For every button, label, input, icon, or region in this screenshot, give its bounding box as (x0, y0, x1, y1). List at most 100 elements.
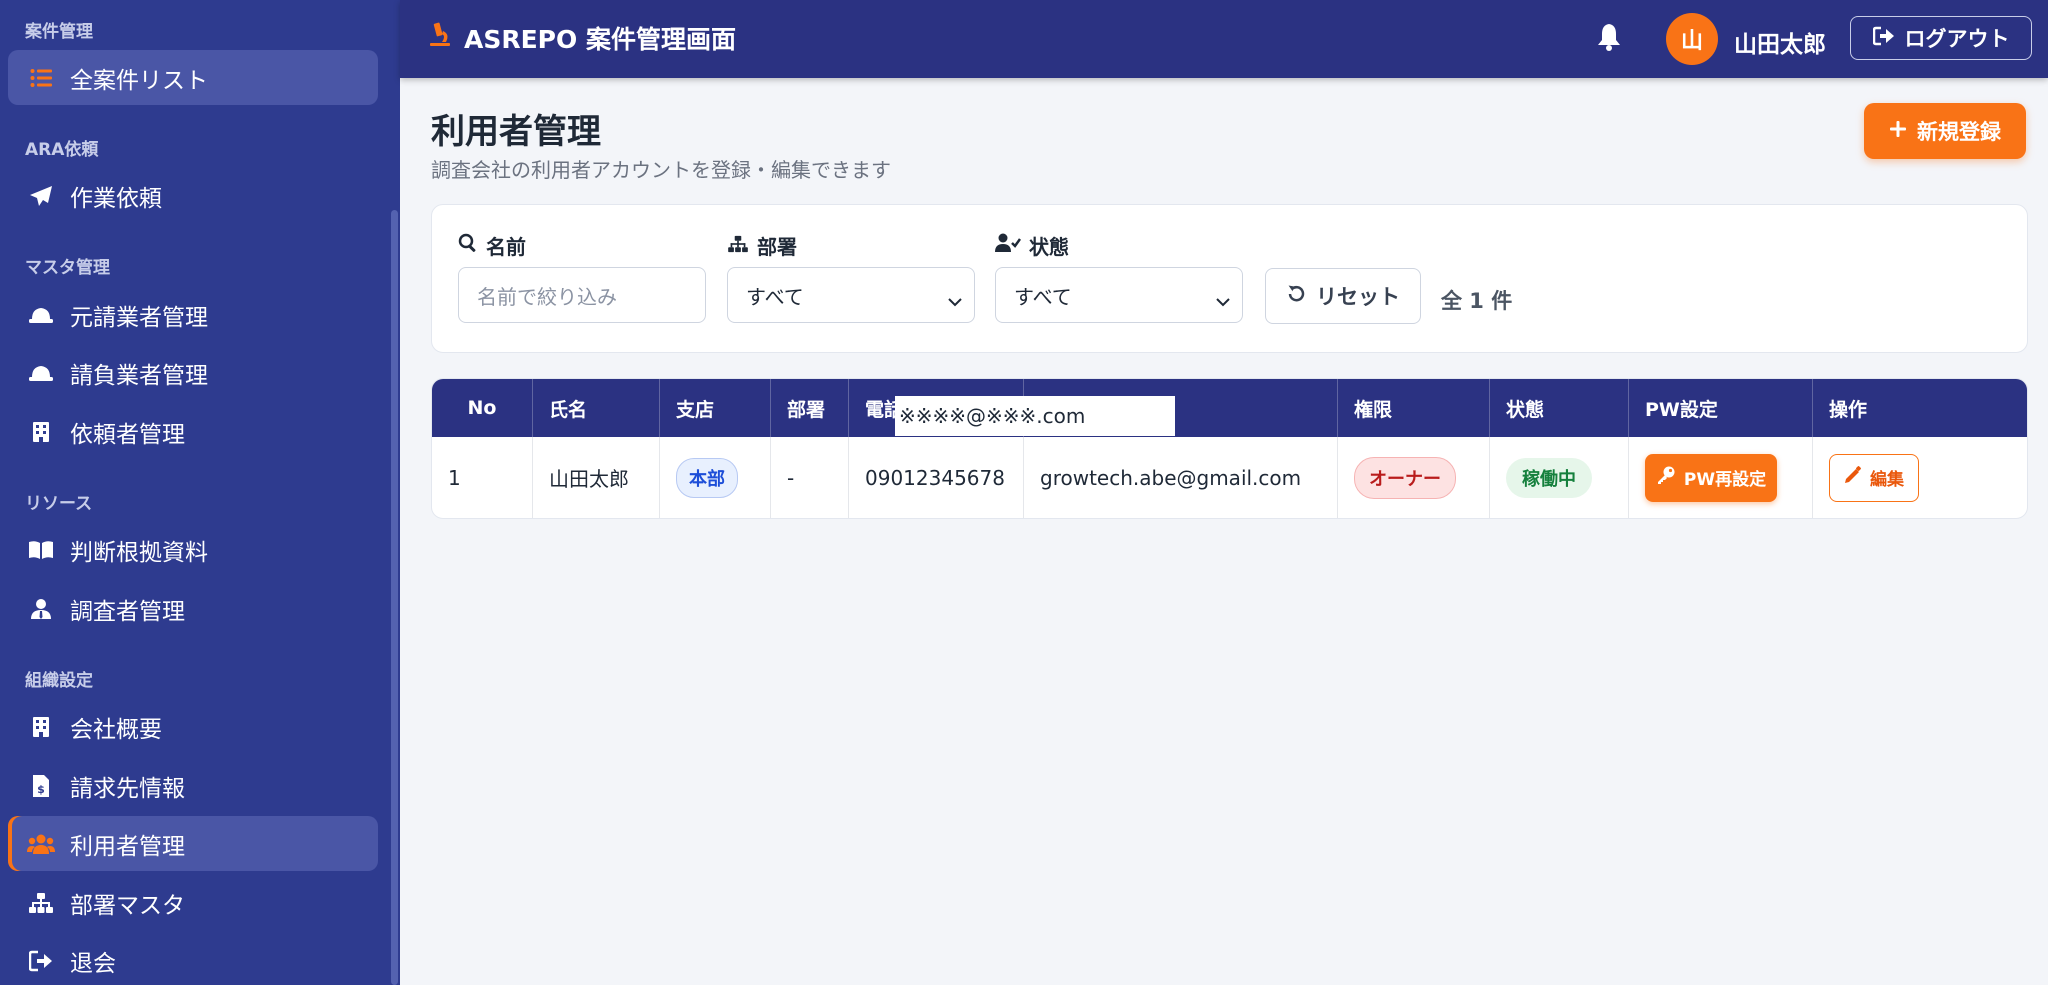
status-filter-label-text: 状態 (1029, 235, 1069, 259)
dept-filter-value: すべて (746, 284, 804, 309)
building-icon (26, 716, 56, 738)
pw-reset-label: PW再設定 (1683, 470, 1767, 490)
pencil-icon (1844, 466, 1862, 489)
row-no: 1 (432, 437, 533, 518)
filter-panel: 名前 名前で絞り込み 部署 すべて 状態 すべて リセット 全 1 件 (431, 204, 2028, 353)
app-title-text: ASREPO 案件管理画面 (464, 25, 736, 54)
search-icon (458, 233, 478, 258)
bell-icon[interactable] (1596, 22, 1622, 56)
sidebar-item-label: 依頼者管理 (70, 421, 185, 448)
user-check-icon (995, 233, 1022, 258)
sidebar-item-work-request[interactable]: 作業依頼 (8, 168, 378, 223)
chevron-down-icon (948, 288, 962, 312)
sidebar-item-label: 利用者管理 (70, 833, 185, 860)
sidebar-section-label: ARA依頼 (25, 140, 99, 160)
column-header: 状態 (1490, 379, 1629, 437)
sidebar-item-all-cases[interactable]: 全案件リスト (8, 50, 378, 105)
hard-hat-icon (26, 305, 56, 325)
invoice-icon: $ (26, 774, 56, 798)
top-bar: ASREPO 案件管理画面 山 山田太郎 ログアウト (400, 0, 2048, 78)
edit-button[interactable]: 編集 (1829, 453, 1919, 502)
sidebar-item-subcontractors[interactable]: 請負業者管理 (8, 345, 378, 400)
name-filter-label-text: 名前 (486, 235, 526, 259)
dept-filter-label: 部署 (727, 231, 797, 260)
sidebar-item-prime-contractors[interactable]: 元請業者管理 (8, 287, 378, 342)
row-status: 稼働中 (1490, 437, 1629, 518)
sidebar-item-withdraw[interactable]: 退会 (8, 933, 378, 985)
sidebar-section-label: 案件管理 (25, 22, 93, 42)
sidebar-item-label: 会社概要 (70, 716, 162, 743)
sitemap-icon (727, 234, 749, 258)
row-role: オーナー (1338, 437, 1490, 518)
list-icon (26, 68, 56, 88)
column-header: 権限 (1338, 379, 1490, 437)
users-icon (26, 833, 56, 855)
row-phone: 09012345678 (849, 437, 1024, 518)
hard-hat-icon (26, 363, 56, 383)
column-header: 部署 (771, 379, 849, 437)
logout-button[interactable]: ログアウト (1850, 16, 2032, 60)
reset-button[interactable]: リセット (1265, 268, 1421, 324)
sidebar-scrollbar[interactable] (391, 210, 398, 985)
sidebar-item-user-management[interactable]: 利用者管理 (8, 816, 378, 871)
status-filter-value: すべて (1014, 284, 1072, 309)
undo-icon (1286, 284, 1306, 309)
row-email: growtech.abe@gmail.com (1024, 437, 1338, 518)
column-header: PW設定 (1629, 379, 1813, 437)
chevron-down-icon (1216, 288, 1230, 312)
column-header: 支店 (660, 379, 771, 437)
status-filter-select[interactable]: すべて (995, 267, 1243, 323)
column-header: 操作 (1829, 398, 1868, 421)
plus-icon (1889, 119, 1907, 143)
logout-label: ログアウト (1904, 27, 2010, 51)
page-title: 利用者管理 (431, 112, 601, 152)
sidebar: 案件管理 全案件リスト ARA依頼 作業依頼 マスタ管理 元請業者管理 請負業者… (0, 0, 400, 985)
sidebar-item-billing-info[interactable]: $ 請求先情報 (8, 758, 378, 813)
status-filter-label: 状態 (995, 231, 1069, 260)
user-tie-icon (26, 598, 56, 620)
table-header: No 氏名 支店 部署 電話 権限 状態 PW設定 操作 (432, 379, 2027, 437)
sidebar-section-label: リソース (25, 494, 93, 514)
reset-label: リセット (1316, 285, 1400, 309)
key-icon (1656, 465, 1676, 490)
users-table: No 氏名 支店 部署 電話 権限 状態 PW設定 操作 1 山田太郎 本部 -… (431, 378, 2028, 519)
microscope-icon (428, 22, 452, 54)
sidebar-item-label: 作業依頼 (70, 185, 162, 212)
sidebar-item-label: 退会 (70, 950, 116, 977)
avatar[interactable]: 山 (1666, 13, 1718, 65)
row-actions: 編集 (1813, 437, 2027, 518)
sidebar-item-investigators[interactable]: 調査者管理 (8, 581, 378, 636)
column-header: No (432, 379, 533, 437)
book-icon (26, 540, 56, 560)
sidebar-item-company-overview[interactable]: 会社概要 (8, 699, 378, 754)
dept-filter-select[interactable]: すべて (727, 267, 975, 323)
name-filter-label: 名前 (458, 231, 526, 260)
sidebar-section-label: 組織設定 (25, 671, 93, 691)
row-dept: - (771, 437, 849, 518)
sidebar-item-label: 元請業者管理 (70, 304, 208, 331)
new-registration-button[interactable]: 新規登録 (1864, 103, 2026, 159)
paper-plane-icon (26, 185, 56, 207)
sidebar-item-requesters[interactable]: 依頼者管理 (8, 404, 378, 459)
page-subtitle: 調査会社の利用者アカウントを登録・編集できます (431, 158, 891, 182)
row-branch: 本部 (660, 437, 771, 518)
row-name: 山田太郎 (533, 437, 660, 518)
redacted-overlay: ※※※※@※※※.com (895, 396, 1175, 436)
pw-reset-button[interactable]: PW再設定 (1645, 453, 1777, 502)
sidebar-item-label: 部署マスタ (70, 892, 185, 919)
user-name[interactable]: 山田太郎 (1734, 25, 1826, 59)
sidebar-item-label: 請求先情報 (70, 775, 185, 802)
sidebar-item-label: 調査者管理 (70, 598, 185, 625)
sidebar-item-department-master[interactable]: 部署マスタ (8, 875, 378, 930)
role-badge: オーナー (1354, 456, 1456, 499)
name-filter-input[interactable]: 名前で絞り込み (458, 267, 706, 323)
svg-text:$: $ (37, 783, 45, 796)
result-count: 全 1 件 (1441, 289, 1513, 313)
sidebar-item-reference-docs[interactable]: 判断根拠資料 (8, 522, 378, 577)
branch-badge: 本部 (676, 457, 738, 498)
row-pw: PW再設定 (1629, 437, 1813, 518)
sidebar-section-label: マスタ管理 (25, 258, 110, 278)
status-badge: 稼働中 (1506, 457, 1592, 498)
sidebar-item-label: 全案件リスト (70, 67, 208, 94)
new-registration-label: 新規登録 (1917, 120, 2001, 144)
